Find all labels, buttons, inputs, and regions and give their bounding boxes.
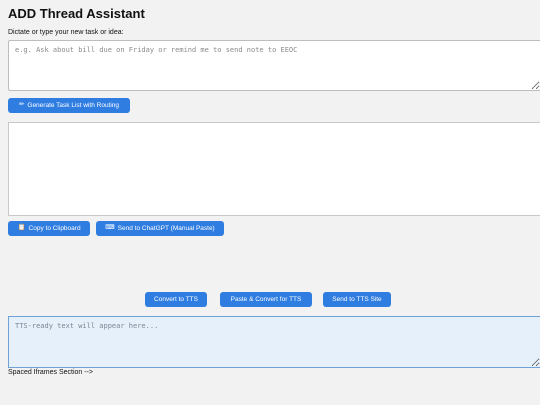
convert-to-tts-button[interactable]: Convert to TTS	[145, 292, 207, 307]
generate-task-list-label: Generate Task List with Routing	[27, 102, 120, 109]
task-input[interactable]	[8, 40, 540, 91]
copy-to-clipboard-button[interactable]: 📋 Copy to Clipboard	[8, 221, 90, 236]
pencil-icon: ✏	[18, 101, 25, 109]
keyboard-icon: ⌨	[105, 224, 115, 232]
clipboard-icon: 📋	[17, 224, 26, 232]
iframes-section-note: Spaced Iframes Section -->	[8, 369, 94, 376]
send-to-chatgpt-label: Send to ChatGPT (Manual Paste)	[117, 225, 215, 232]
page-title: ADD Thread Assistant	[8, 6, 145, 21]
tts-output-field[interactable]	[8, 316, 540, 368]
generate-task-list-button[interactable]: ✏ Generate Task List with Routing	[8, 98, 130, 113]
copy-to-clipboard-label: Copy to Clipboard	[28, 225, 81, 232]
paste-convert-tts-button[interactable]: Paste & Convert for TTS	[220, 292, 312, 307]
send-to-tts-site-button[interactable]: Send to TTS Site	[323, 292, 391, 307]
task-input-label: Dictate or type your new task or idea:	[8, 29, 124, 36]
send-to-chatgpt-button[interactable]: ⌨ Send to ChatGPT (Manual Paste)	[96, 221, 224, 236]
task-list-output[interactable]	[8, 122, 540, 216]
